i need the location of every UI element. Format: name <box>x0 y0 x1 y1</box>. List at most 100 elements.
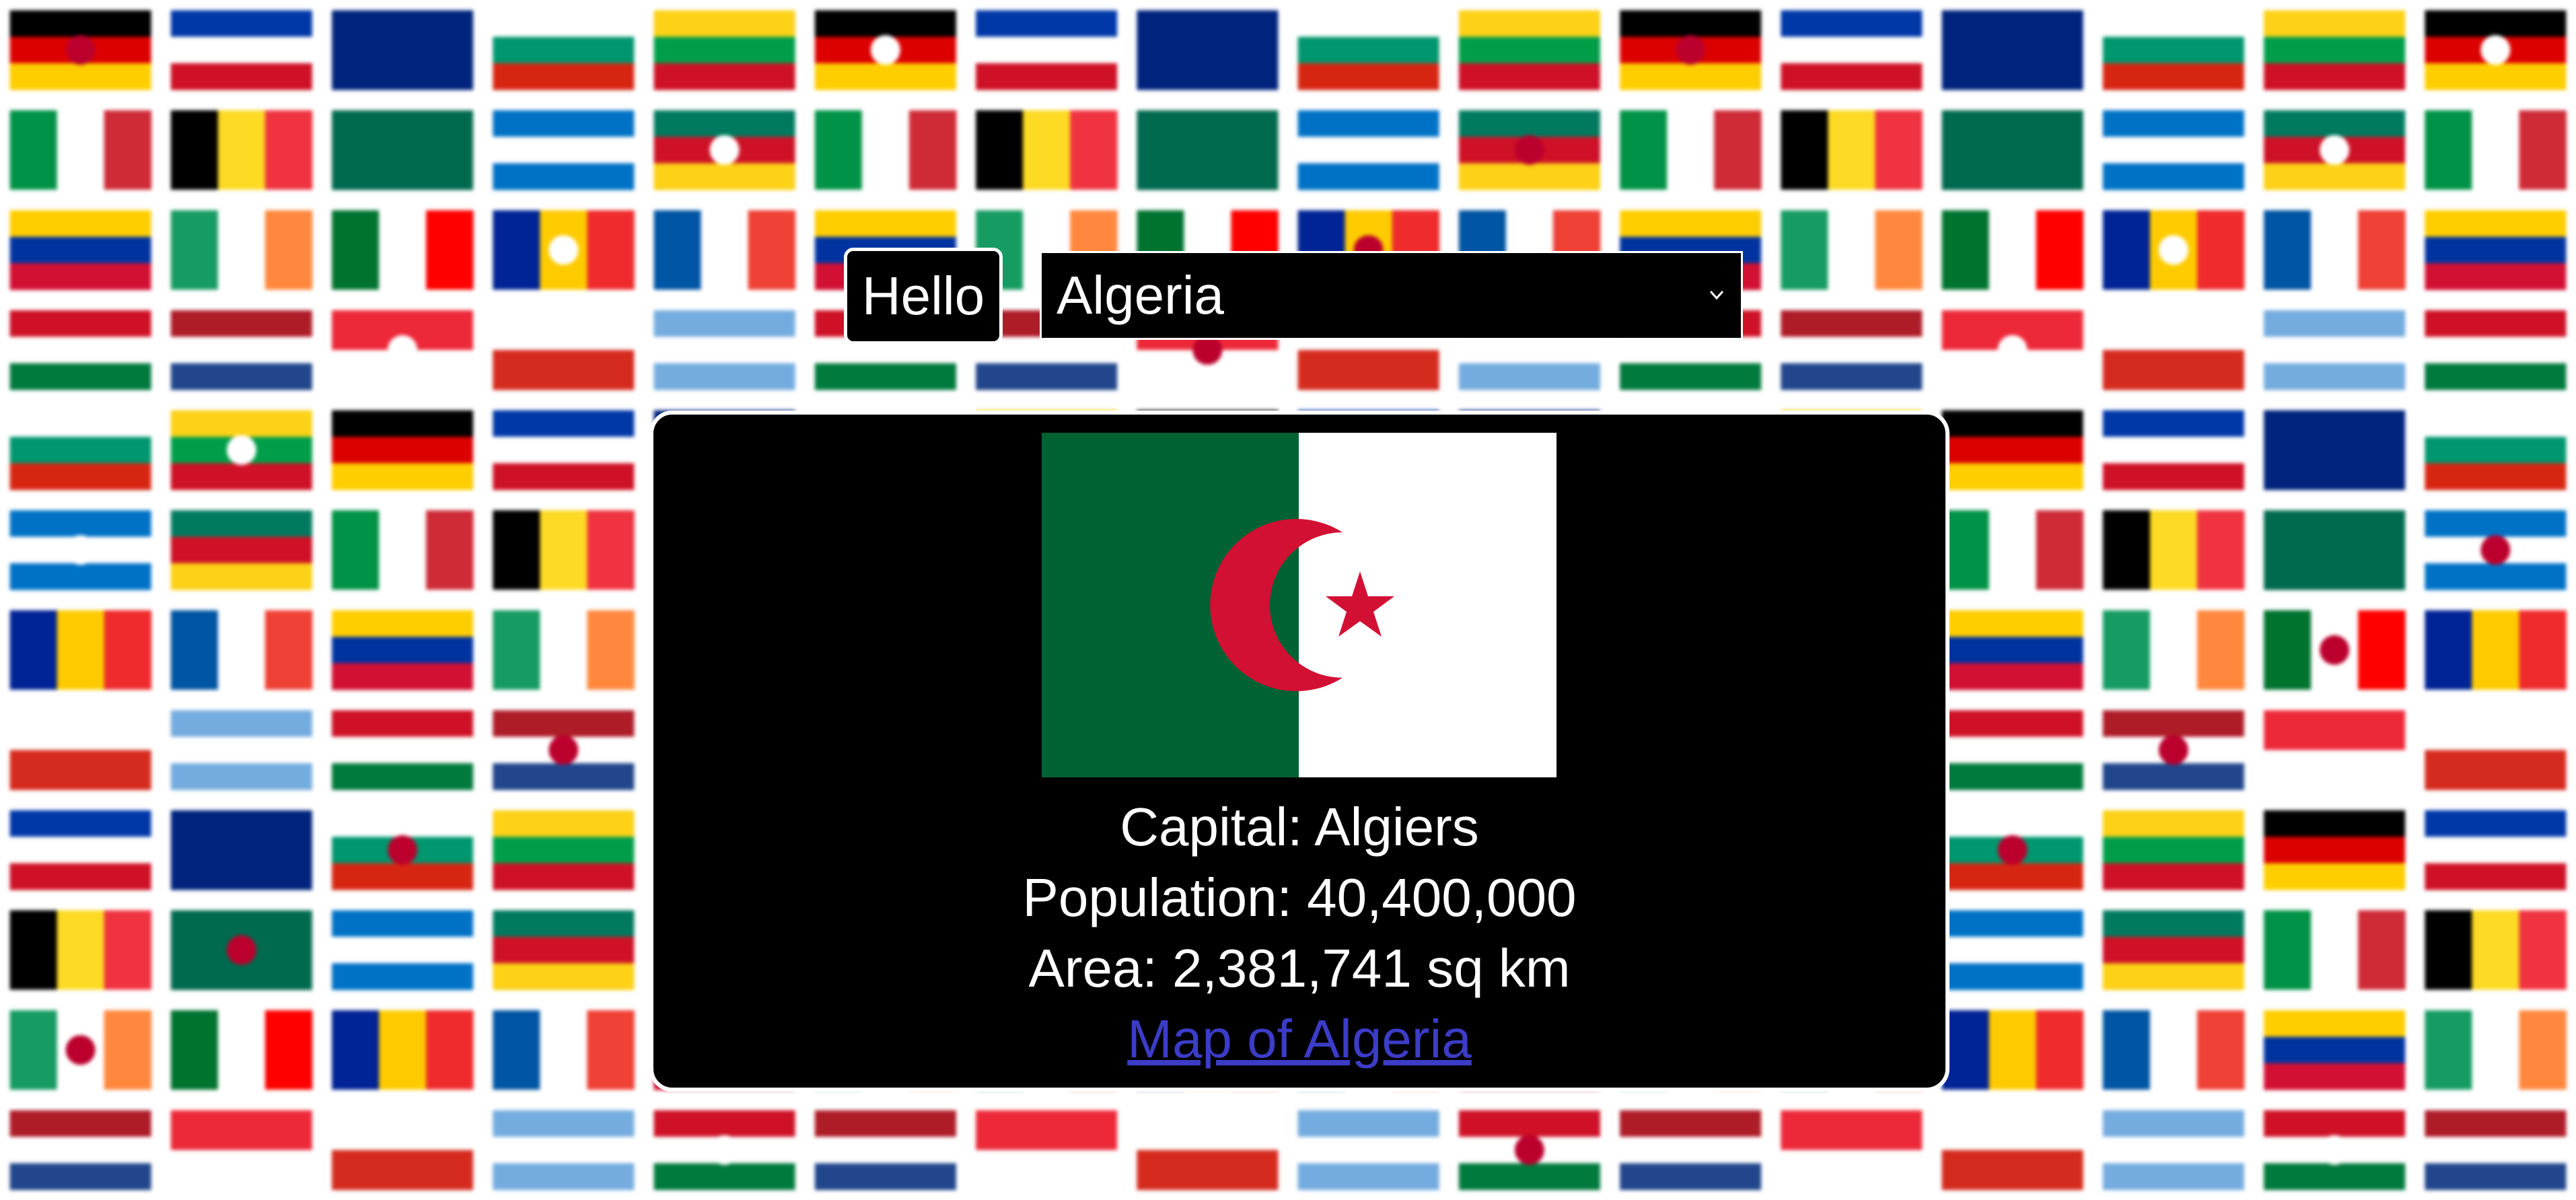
background-flag <box>2264 310 2406 390</box>
background-flag <box>9 10 151 90</box>
background-flag <box>1781 10 1923 90</box>
background-flag <box>170 210 313 290</box>
background-flag <box>2102 710 2244 790</box>
background-flag <box>1137 1110 1279 1191</box>
background-flag <box>332 510 474 590</box>
background-flag <box>653 1110 795 1191</box>
background-flag <box>493 710 635 790</box>
hello-button[interactable]: Hello <box>844 248 1003 345</box>
background-flag <box>2425 10 2567 90</box>
background-flag <box>1781 110 1923 190</box>
country-select-value: Algeria <box>1057 265 1225 325</box>
background-flag <box>9 1110 151 1191</box>
background-flag <box>170 1110 312 1191</box>
background-flag <box>1941 610 2083 691</box>
background-flag <box>332 410 474 491</box>
background-flag <box>2425 310 2567 390</box>
background-flag <box>2425 210 2567 290</box>
background-flag <box>1781 1110 1923 1191</box>
background-flag <box>2264 210 2406 290</box>
background-flag <box>332 110 474 190</box>
background-flag <box>2264 110 2406 190</box>
chevron-down-icon <box>1709 290 1724 300</box>
background-flag <box>2102 910 2244 991</box>
background-flag <box>493 610 635 690</box>
background-flag <box>9 910 152 990</box>
background-flag <box>9 810 151 890</box>
area-value: 2,381,741 <box>1172 938 1412 998</box>
background-flag <box>493 1110 635 1191</box>
background-flag <box>493 310 635 390</box>
background-flag <box>814 1110 956 1191</box>
background-flag <box>332 810 474 890</box>
background-flag <box>2264 1110 2406 1191</box>
background-flag <box>2102 610 2245 690</box>
background-flag <box>1458 110 1600 190</box>
background-flag <box>1941 710 2083 790</box>
background-flag <box>170 710 312 790</box>
background-flag <box>170 610 313 690</box>
area-label: Area: <box>1028 938 1157 998</box>
background-flag <box>332 310 474 390</box>
background-flag <box>653 110 795 190</box>
background-flag <box>2264 910 2406 990</box>
background-flag <box>493 410 635 491</box>
background-flag <box>493 510 635 590</box>
background-flag <box>1941 810 2083 890</box>
background-flag <box>2102 1010 2245 1090</box>
background-flag <box>1297 1110 1439 1191</box>
background-flag <box>1941 910 2083 991</box>
background-flag <box>2425 1010 2567 1090</box>
background-flag <box>2425 110 2567 190</box>
country-select[interactable]: Algeria <box>1040 251 1743 340</box>
capital-value: Algiers <box>1314 797 1479 857</box>
background-flag <box>9 610 152 690</box>
background-flag <box>2425 910 2567 990</box>
map-link[interactable]: Map of Algeria <box>1127 1009 1471 1069</box>
background-flag <box>1297 110 1439 190</box>
background-flag <box>976 10 1118 90</box>
population-label: Population: <box>1022 868 1292 927</box>
background-flag <box>1941 210 2084 290</box>
background-flag <box>653 210 796 290</box>
background-flag <box>1941 1010 2084 1090</box>
background-flag <box>653 310 795 390</box>
background-flag <box>170 810 312 890</box>
background-flag <box>1137 110 1279 190</box>
background-flag <box>493 1010 635 1090</box>
background-flag <box>1458 10 1600 90</box>
background-flag <box>2102 310 2244 390</box>
background-flag <box>9 710 151 790</box>
background-flag <box>1620 1110 1762 1191</box>
background-flag <box>976 110 1118 190</box>
background-flag <box>170 410 312 491</box>
map-link-container: Map of Algeria <box>653 1007 1945 1071</box>
background-flag <box>2425 610 2567 690</box>
background-flag <box>332 1110 474 1191</box>
country-info-card: Capital: Algiers Population: 40,400,000 … <box>649 411 1949 1092</box>
background-flag <box>493 210 635 290</box>
background-flag <box>9 310 151 390</box>
background-flag <box>2264 510 2406 590</box>
background-flag <box>1137 10 1279 90</box>
background-flag <box>170 10 312 90</box>
capital-line: Capital: Algiers <box>653 795 1945 859</box>
background-flag <box>493 10 635 90</box>
background-flag <box>1941 1110 2083 1191</box>
background-flag <box>2264 410 2406 491</box>
background-flag <box>9 110 152 190</box>
background-flag <box>2264 1010 2406 1090</box>
area-unit: sq km <box>1427 938 1571 998</box>
background-flag <box>332 210 474 290</box>
background-flag <box>653 10 795 90</box>
background-flag <box>332 910 474 991</box>
background-flag <box>332 710 474 790</box>
background-flag <box>2425 810 2567 890</box>
background-flag <box>1458 1110 1600 1191</box>
background-flag <box>9 510 151 590</box>
background-flag <box>170 110 313 190</box>
background-flag <box>1620 10 1762 90</box>
background-flag <box>9 1010 152 1090</box>
background-flag <box>2102 410 2244 491</box>
background-flag <box>814 10 956 90</box>
